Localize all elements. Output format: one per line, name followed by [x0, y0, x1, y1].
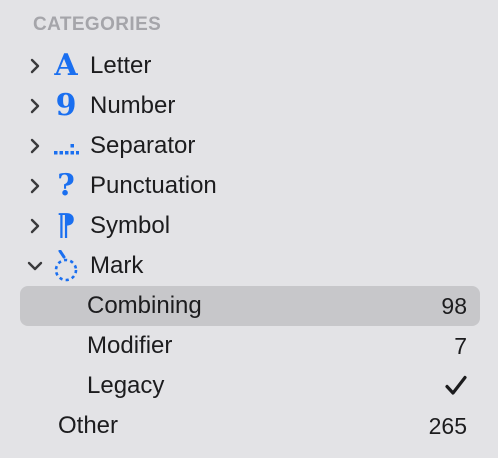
separator-dots-icon	[50, 130, 82, 162]
category-label: Number	[90, 92, 176, 119]
category-label: Mark	[90, 252, 144, 279]
subcategory-row-modifier[interactable]: Modifier 7	[0, 326, 498, 366]
category-label: Punctuation	[90, 172, 217, 199]
count-badge: 265	[428, 413, 467, 439]
subcategory-row-combining[interactable]: Combining 98	[0, 286, 498, 326]
categories-sidebar: CATEGORIES A Letter 9 Number Separator ?…	[0, 0, 498, 458]
chevron-right-icon[interactable]	[26, 137, 44, 155]
category-label: Separator	[90, 132, 196, 159]
question-mark-icon: ?	[57, 168, 75, 203]
category-label: Other	[58, 412, 119, 439]
subcategory-label: Legacy	[87, 372, 165, 399]
category-label: Symbol	[90, 212, 171, 239]
count-badge: 7	[454, 333, 467, 359]
chevron-right-icon[interactable]	[26, 97, 44, 115]
chevron-right-icon[interactable]	[26, 177, 44, 195]
category-row-mark[interactable]: Mark	[0, 246, 498, 286]
combining-mark-dotted-circle-icon	[50, 250, 82, 282]
chevron-down-icon[interactable]	[26, 257, 44, 275]
checkmark-icon	[444, 374, 468, 398]
letter-a-icon: A	[54, 48, 78, 83]
chevron-right-icon[interactable]	[26, 57, 44, 75]
section-header-categories: CATEGORIES	[33, 14, 162, 35]
count-badge: 98	[441, 293, 467, 319]
digit-9-icon: 9	[55, 88, 77, 123]
category-row-letter[interactable]: A Letter	[0, 46, 498, 86]
subcategory-label: Combining	[87, 292, 202, 319]
category-row-punctuation[interactable]: ? Punctuation	[0, 166, 498, 206]
subcategory-label: Modifier	[87, 332, 173, 359]
category-row-number[interactable]: 9 Number	[0, 86, 498, 126]
subcategory-row-legacy[interactable]: Legacy	[0, 366, 498, 406]
category-row-separator[interactable]: Separator	[0, 126, 498, 166]
category-row-symbol[interactable]: ⁋ Symbol	[0, 206, 498, 246]
category-row-other[interactable]: Other 265	[0, 406, 498, 446]
category-label: Letter	[90, 52, 152, 79]
pilcrow-icon: ⁋	[56, 208, 76, 243]
chevron-right-icon[interactable]	[26, 217, 44, 235]
